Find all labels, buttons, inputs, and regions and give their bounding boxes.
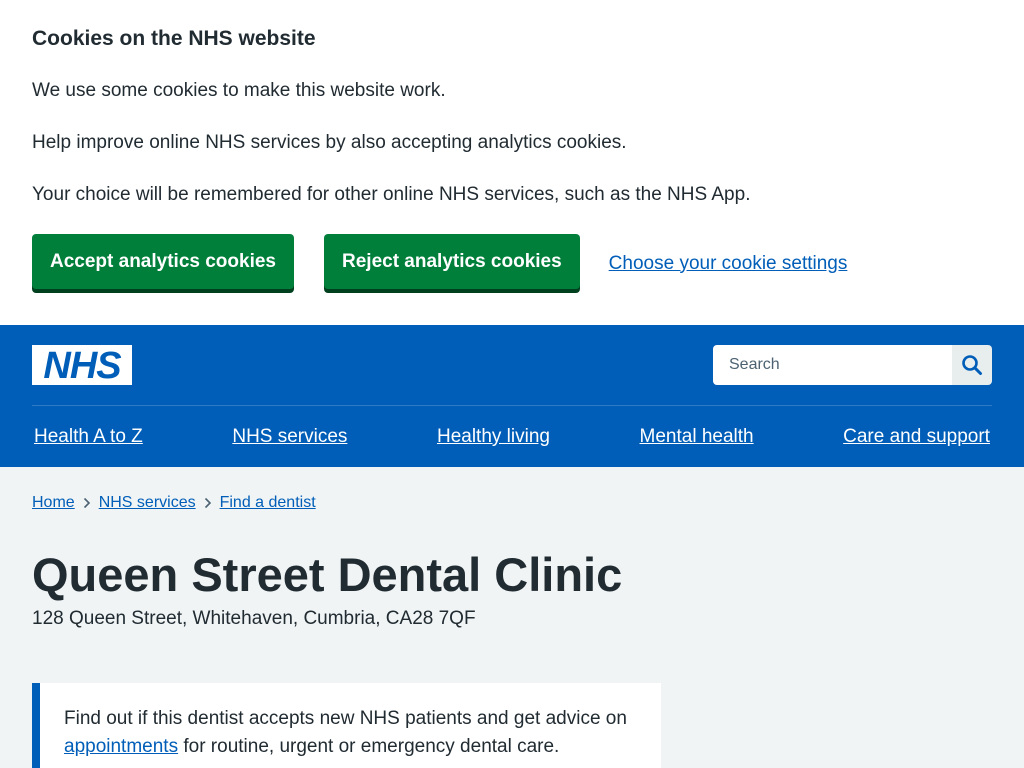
nav-item-care-and-support[interactable]: Care and support	[841, 423, 992, 451]
accept-analytics-cookies-button[interactable]: Accept analytics cookies	[32, 234, 294, 289]
cookie-paragraph-2: Help improve online NHS services by also…	[32, 132, 627, 153]
chevron-right-icon	[204, 497, 212, 509]
main-content: Queen Street Dental Clinic 128 Queen Str…	[0, 547, 1024, 768]
page-title: Queen Street Dental Clinic	[32, 548, 623, 601]
search-input[interactable]	[713, 345, 952, 385]
nav-item-mental-health[interactable]: Mental health	[638, 423, 756, 451]
reject-analytics-cookies-button[interactable]: Reject analytics cookies	[324, 234, 580, 289]
search-button[interactable]	[952, 345, 992, 385]
inset-text-start: Find out if this dentist accepts new NHS…	[64, 708, 627, 729]
nav-item-health-a-to-z[interactable]: Health A to Z	[32, 423, 145, 451]
nav-item-nhs-services[interactable]: NHS services	[230, 423, 349, 451]
breadcrumb: Home NHS services Find a dentist	[0, 467, 1024, 521]
chevron-right-icon	[83, 497, 91, 509]
site-header: NHS Health A to Z NHS services Healthy l…	[0, 325, 1024, 467]
nhs-logo-text: NHS	[43, 347, 121, 383]
primary-navigation: Health A to Z NHS services Healthy livin…	[32, 423, 992, 451]
inset-text: Find out if this dentist accepts new NHS…	[32, 683, 661, 768]
header-divider	[32, 405, 992, 406]
cookie-paragraph-1: We use some cookies to make this website…	[32, 80, 446, 101]
inset-paragraph: Find out if this dentist accepts new NHS…	[64, 705, 637, 761]
cookie-paragraph-3: Your choice will be remembered for other…	[32, 184, 751, 205]
inset-text-end: for routine, urgent or emergency dental …	[178, 736, 560, 757]
cookie-actions: Accept analytics cookies Reject analytic…	[32, 234, 847, 289]
search-icon	[962, 355, 982, 375]
clinic-address: 128 Queen Street, Whitehaven, Cumbria, C…	[32, 608, 476, 629]
cookie-settings-link[interactable]: Choose your cookie settings	[609, 253, 848, 275]
nhs-logo[interactable]: NHS	[32, 345, 132, 385]
cookie-banner: Cookies on the NHS website We use some c…	[0, 0, 1024, 325]
search-form	[713, 345, 992, 385]
nhs-logo-icon: NHS	[43, 347, 122, 383]
cookie-banner-title: Cookies on the NHS website	[32, 27, 316, 50]
breadcrumb-home[interactable]: Home	[32, 494, 75, 512]
breadcrumb-find-a-dentist[interactable]: Find a dentist	[220, 494, 316, 512]
appointments-link[interactable]: appointments	[64, 736, 178, 757]
breadcrumb-nhs-services[interactable]: NHS services	[99, 494, 196, 512]
nav-item-healthy-living[interactable]: Healthy living	[435, 423, 552, 451]
